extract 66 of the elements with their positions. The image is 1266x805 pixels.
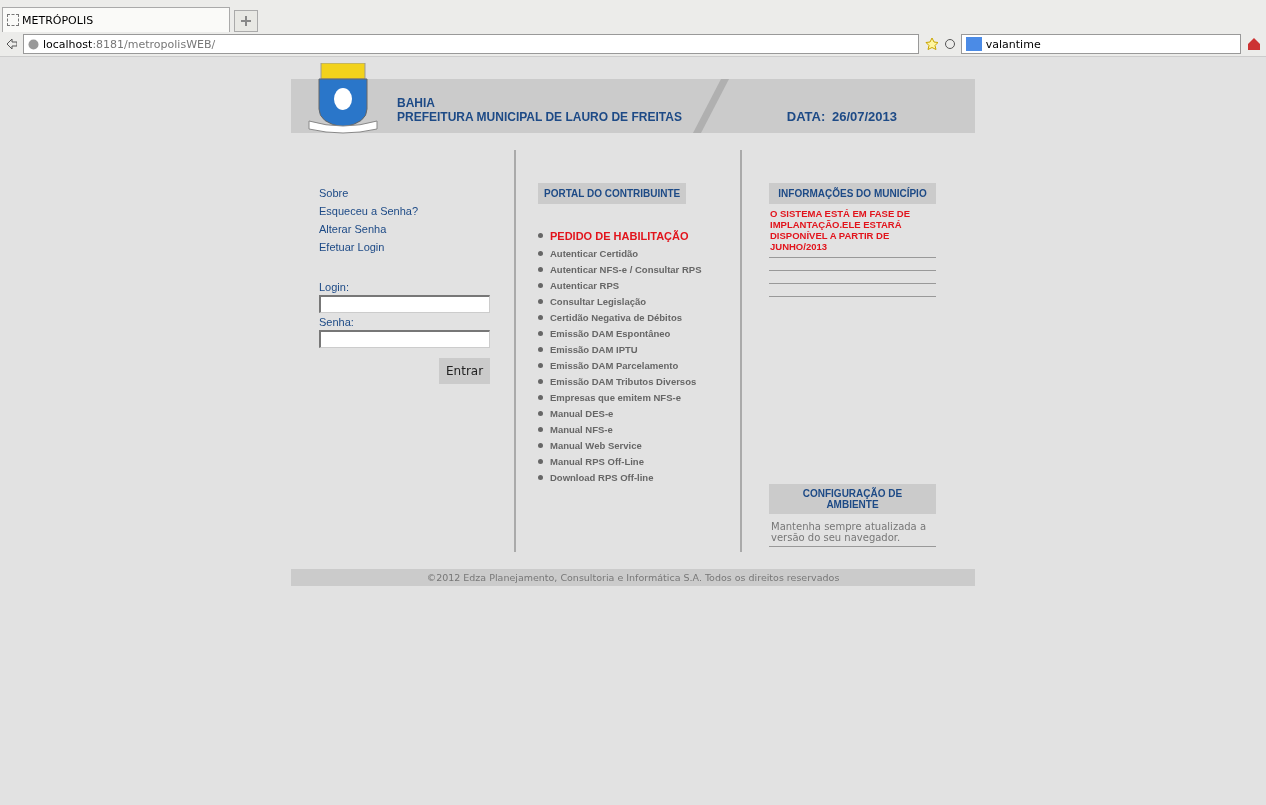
home-icon[interactable]	[1247, 37, 1261, 51]
tab-title: METRÓPOLIS	[22, 13, 94, 27]
portal-link[interactable]: Autenticar RPS	[550, 279, 620, 291]
password-input[interactable]	[319, 330, 490, 348]
sidebar-link[interactable]: Efetuar Login	[319, 238, 385, 256]
bullet-icon	[538, 378, 543, 384]
config-text: Mantenha sempre atualizada a versão do seu navegador.	[769, 514, 936, 547]
bullet-icon	[538, 250, 543, 256]
bullet-icon	[538, 314, 543, 320]
bullet-icon	[538, 298, 543, 304]
sidebar-link[interactable]: Alterar Senha	[319, 220, 387, 238]
bullet-icon	[538, 426, 543, 432]
bullet-icon	[538, 442, 543, 448]
portal-link[interactable]: Empresas que emitem NFS-e	[550, 391, 681, 403]
bullet-icon	[538, 330, 543, 336]
bullet-icon	[538, 474, 543, 480]
portal-link[interactable]: Manual Web Service	[550, 439, 642, 451]
section-title: PORTAL DO CONTRIBUINTE	[538, 183, 687, 204]
portal-link[interactable]: Manual RPS Off-Line	[550, 455, 644, 467]
bullet-icon	[538, 458, 543, 464]
login-label: Login:	[319, 280, 349, 294]
portal-link[interactable]: Emissão DAM Tributos Diversos	[550, 375, 697, 387]
page-icon	[7, 14, 19, 26]
bullet-icon	[538, 282, 543, 288]
globe-icon	[28, 38, 39, 50]
portal-link[interactable]: Consultar Legislação	[550, 295, 647, 307]
bullet-icon	[538, 346, 543, 352]
bullet-icon	[538, 266, 543, 272]
portal-link[interactable]: PEDIDO DE HABILITAÇÃO	[550, 229, 689, 242]
portal-link[interactable]: Autenticar NFS-e / Consultar RPS	[550, 263, 702, 275]
banner-divider-drawing	[691, 79, 731, 133]
portal-link[interactable]: Emissão DAM IPTU	[550, 343, 638, 355]
date-text: DATA: 26/07/2013	[786, 108, 897, 124]
sidebar-link[interactable]: Esqueceu a Senha?	[319, 202, 419, 220]
reload-icon[interactable]	[943, 38, 955, 50]
portal-link[interactable]: Emissão DAM Espontâneo	[550, 327, 671, 339]
bullet-icon	[538, 362, 543, 368]
search-engine-icon	[965, 37, 982, 51]
login-button[interactable]: Entrar	[439, 358, 491, 384]
portal-link[interactable]: Emissão DAM Parcelamento	[550, 359, 679, 371]
back-arrow-icon[interactable]	[6, 38, 17, 50]
copyright-text: ©2012 Edza Planejamento, Consultoria e Informática S.A. Todos os direitos reservados	[426, 572, 840, 583]
notice-text: O SISTEMA ESTÁ EM FASE DE IMPLANTAÇÃO.ELE ESTARÁ DISPONÍVEL A PARTIR DE JUNHO/2013	[769, 204, 936, 258]
portal-link[interactable]: Download RPS Off-line	[550, 471, 654, 483]
search-field[interactable]: valantime	[960, 34, 1242, 54]
section-title: CONFIGURAÇÃO DE AMBIENTE	[769, 484, 936, 514]
password-label: Senha:	[319, 315, 354, 329]
portal-link[interactable]: Autenticar Certidão	[550, 247, 639, 259]
url-text: localhost:8181/metropolisWEB/	[43, 37, 216, 51]
new-tab-button[interactable]	[234, 10, 258, 32]
portal-link[interactable]: Certidão Negativa de Débitos	[550, 311, 682, 323]
bullet-icon	[538, 410, 543, 416]
sidebar-link[interactable]: Sobre	[319, 184, 349, 202]
browser-tab[interactable]: METRÓPOLIS	[2, 7, 230, 32]
coat-of-arms-drawing	[307, 63, 379, 135]
plus-icon	[240, 15, 252, 27]
portal-link[interactable]: Manual NFS-e	[550, 423, 613, 435]
login-input[interactable]	[319, 295, 490, 313]
bullet-icon	[538, 233, 543, 238]
search-text: valantime	[985, 37, 1041, 51]
portal-link[interactable]: Manual DES-e	[550, 407, 614, 419]
star-icon[interactable]	[925, 37, 938, 51]
section-title: INFORMAÇÕES DO MUNICÍPIO	[769, 183, 936, 204]
address-bar[interactable]: localhost:8181/metropolisWEB/	[23, 34, 919, 54]
bullet-icon	[538, 394, 543, 400]
header-title: BAHIA PREFEITURA MUNICIPAL DE LAURO DE FREITAS	[397, 96, 682, 124]
